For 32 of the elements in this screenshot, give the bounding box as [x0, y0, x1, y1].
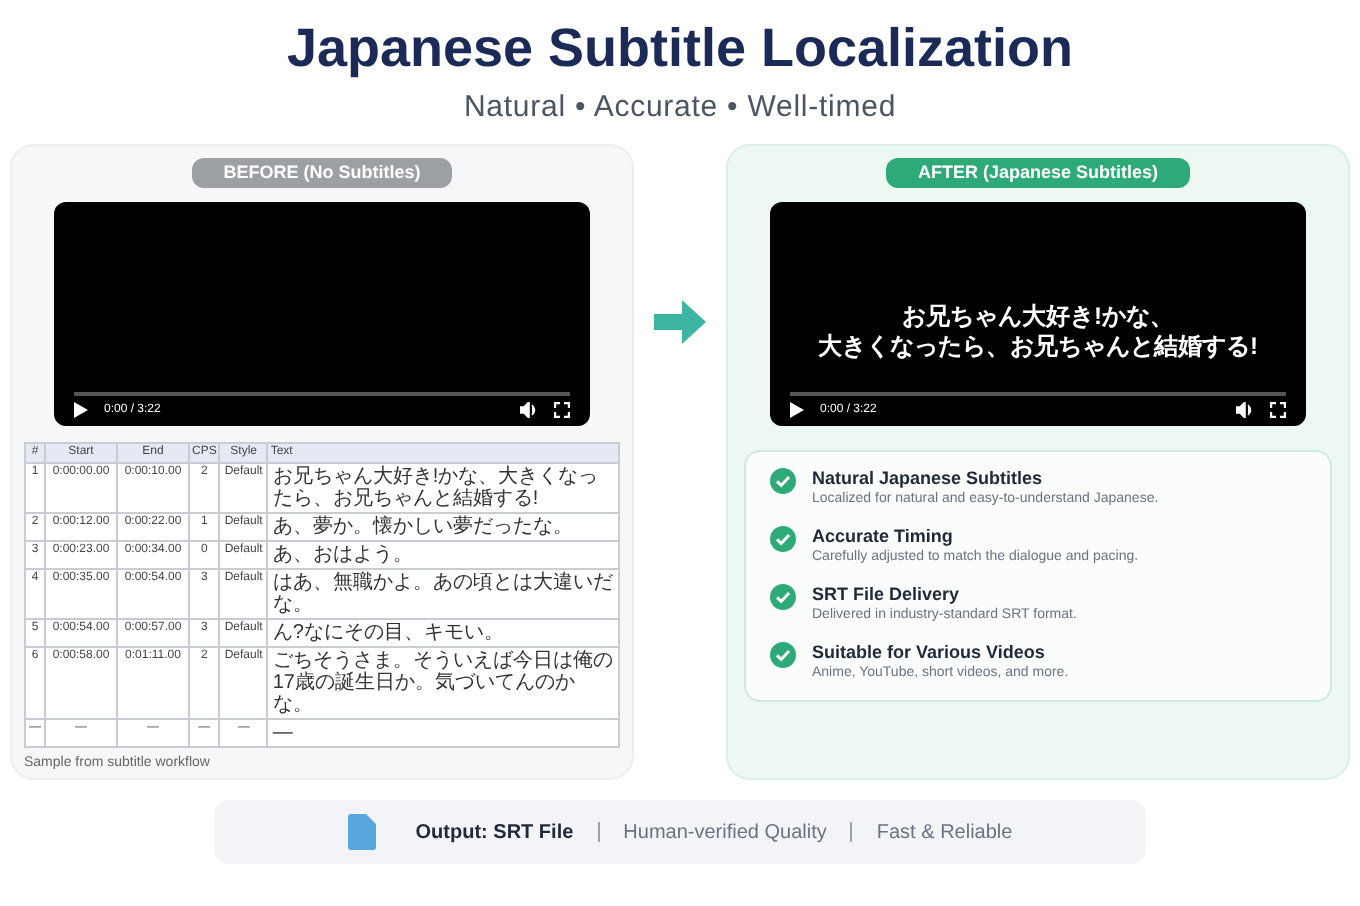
check-icon — [770, 642, 796, 668]
feature-title: SRT File Delivery — [812, 584, 962, 606]
after-label: AFTER (Japanese Subtitles) — [885, 158, 1191, 188]
table-cell: はあ、無職かよ。あの頃とは大違いだな。 — [267, 569, 619, 619]
table-cell: — — [267, 719, 619, 747]
play-icon[interactable] — [790, 402, 804, 418]
fullscreen-icon[interactable] — [1270, 402, 1286, 418]
play-icon[interactable] — [74, 402, 88, 418]
fullscreen-icon[interactable] — [554, 402, 570, 418]
subtitle-line: お兄ちゃん大好き!かな、 — [902, 302, 1174, 332]
footer-feature: Fast & Reliable — [876, 819, 1013, 847]
arrow-icon — [654, 300, 706, 344]
table-cell: お兄ちゃん大好き!かな、大きくなったら、お兄ちゃんと結婚する! — [267, 463, 619, 513]
page-subtitle: Natural • Accurate • Well-timed — [463, 88, 897, 128]
feature-title: Suitable for Various Videos — [812, 642, 1047, 664]
volume-icon[interactable] — [520, 402, 538, 418]
check-icon — [770, 584, 796, 610]
check-icon — [770, 526, 796, 552]
feature-title: Accurate Timing — [812, 526, 955, 548]
table-cell: あ、夢か。懐かしい夢だったな。 — [267, 513, 619, 541]
table-cell: ごちそうさま。そういえば今日は俺の17歳の誕生日か。気づいてんのかな。 — [267, 647, 619, 719]
table-cell: あ、おはよう。 — [267, 541, 619, 569]
before-label: BEFORE (No Subtitles) — [191, 158, 453, 188]
volume-icon[interactable] — [1236, 402, 1254, 418]
check-icon — [770, 468, 796, 494]
table-cell: ん?なにその目、キモい。 — [267, 619, 619, 647]
footer-feature: Human-verified Quality — [623, 819, 827, 847]
file-icon — [347, 814, 376, 850]
subtitle-line: 大きくなったら、お兄ちゃんと結婚する! — [818, 332, 1258, 362]
page-title: Japanese Subtitle Localization — [286, 16, 1074, 80]
feature-title: Natural Japanese Subtitles — [812, 468, 1045, 490]
output-label: Output: SRT File — [415, 819, 574, 847]
